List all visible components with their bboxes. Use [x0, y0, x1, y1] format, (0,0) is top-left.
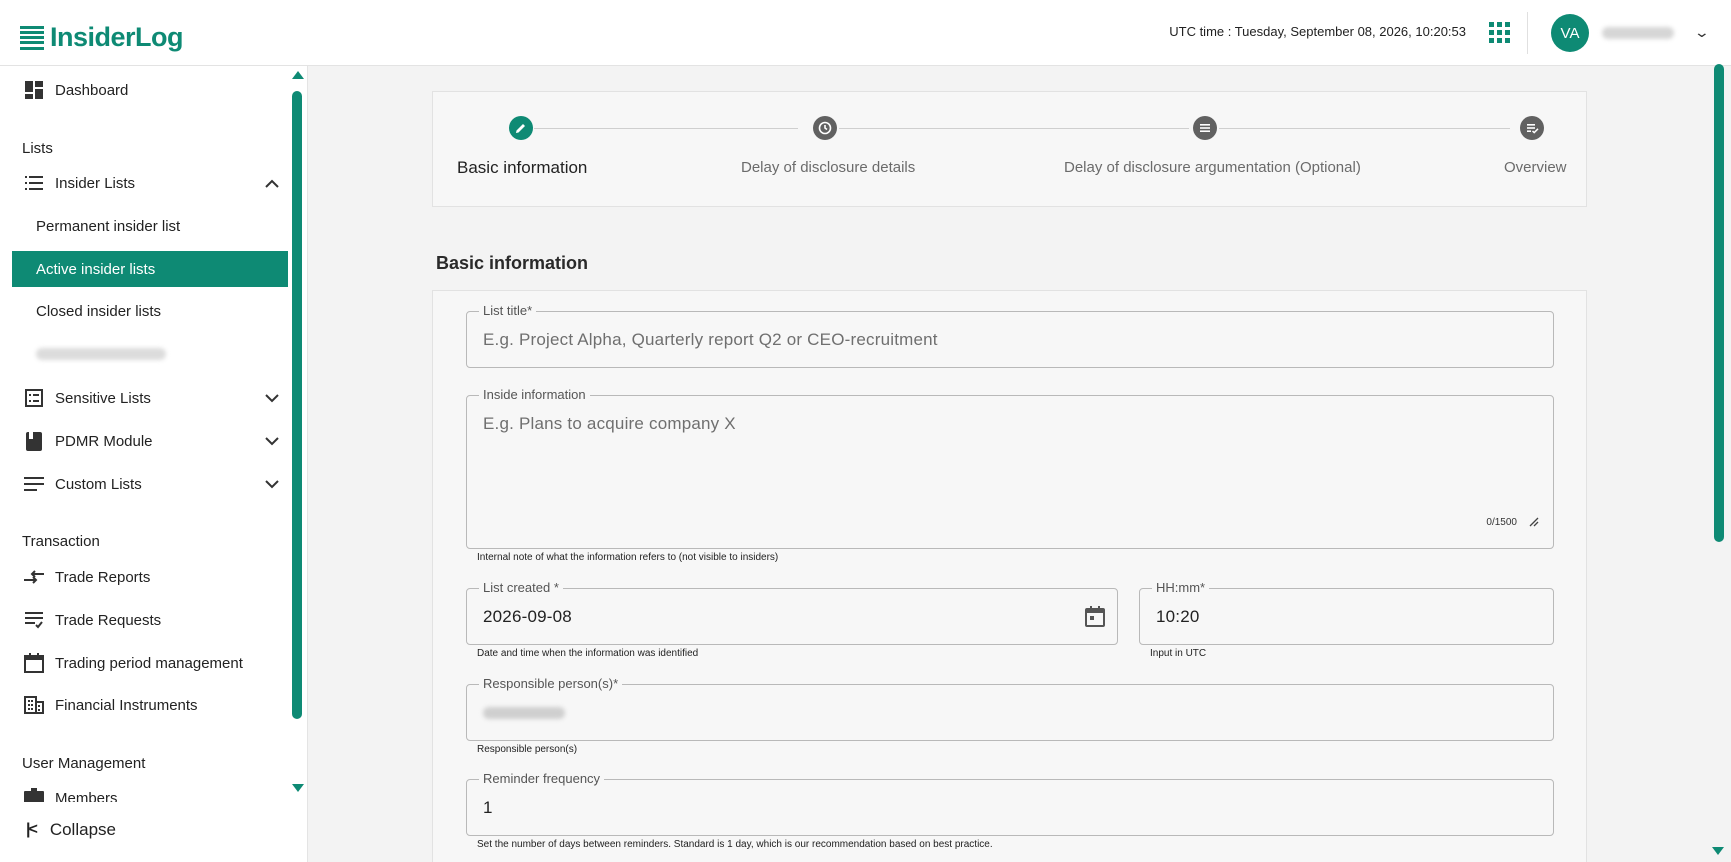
collapse-label: Collapse [49, 820, 116, 839]
step-3-list-icon[interactable] [1193, 116, 1217, 140]
sidebar-item-active-insider-lists[interactable]: Active insider lists [12, 251, 288, 287]
calendar-icon[interactable] [1085, 605, 1105, 632]
list-title-field[interactable]: List title* E.g. Project Alpha, Quarterl… [466, 303, 1554, 368]
table-list-icon [24, 388, 44, 408]
app-grid-icon[interactable] [1483, 14, 1515, 50]
id-card-icon [24, 786, 44, 802]
sidebar-item-label: Custom Lists [55, 475, 142, 493]
book-icon [24, 431, 44, 451]
list-created-hint: Date and time when the information was i… [477, 648, 699, 659]
field-value: 1 [483, 798, 493, 817]
sidebar-scrollbar[interactable] [292, 91, 302, 719]
main-scroll-down-icon[interactable] [1712, 847, 1724, 855]
dashboard-icon [24, 80, 44, 100]
calendar-icon [24, 653, 44, 673]
step-4-label[interactable]: Overview [1504, 159, 1567, 176]
field-placeholder: E.g. Project Alpha, Quarterly report Q2 … [483, 330, 938, 349]
field-label: Responsible person(s)* [479, 676, 623, 691]
sidebar-item-permanent-insider-list[interactable]: Permanent insider list [12, 208, 288, 244]
chevron-down-icon[interactable] [262, 431, 282, 451]
avatar[interactable]: VA [1551, 14, 1589, 52]
step-1-pencil-icon[interactable] [509, 116, 533, 140]
resize-handle-icon[interactable] [1529, 514, 1539, 532]
stepper [432, 91, 1587, 207]
sidebar-item-label: Financial Instruments [55, 696, 198, 714]
responsible-persons-field[interactable]: Responsible person(s)* [466, 676, 1554, 741]
list-icon [24, 173, 44, 193]
sidebar-item-label: Sensitive Lists [55, 389, 151, 407]
step-connector [839, 128, 1189, 129]
step-2-label[interactable]: Delay of disclosure details [741, 159, 915, 176]
header-divider [1527, 12, 1528, 54]
field-label: HH:mm* [1152, 580, 1210, 595]
reminder-frequency-field[interactable]: Reminder frequency 1 [466, 771, 1554, 836]
top-bar: InsiderLog UTC time : Tuesday, September… [0, 0, 1731, 66]
collapse-button[interactable]: |< Collapse [26, 820, 116, 840]
field-label: List created * [479, 580, 563, 595]
user-name-redacted[interactable] [1602, 27, 1674, 39]
sidebar-item-financial-instruments[interactable]: Financial Instruments [12, 687, 288, 723]
building-icon [24, 695, 44, 715]
sidebar-scroll-up-icon[interactable] [292, 71, 304, 79]
sidebar-item-label: Trade Reports [55, 568, 151, 586]
field-value: 2026-09-08 [483, 607, 572, 626]
field-label: Reminder frequency [479, 771, 605, 786]
sidebar-item-custom-lists[interactable]: Custom Lists [12, 466, 288, 502]
time-hint: Input in UTC [1150, 648, 1207, 659]
chevron-down-icon[interactable] [262, 474, 282, 494]
sidebar-item-insider-lists[interactable]: Insider Lists [12, 165, 288, 201]
sidebar-item-members[interactable]: Members [12, 780, 288, 802]
app-logo[interactable]: InsiderLog [20, 22, 184, 53]
sidebar-item-dashboard[interactable]: Dashboard [12, 72, 288, 108]
sidebar-item-sensitive-lists[interactable]: Sensitive Lists [12, 380, 288, 416]
lines-icon [24, 474, 44, 494]
section-label-lists: Lists [22, 140, 53, 157]
inside-information-field[interactable]: Inside information E.g. Plans to acquire… [466, 387, 1554, 549]
sidebar-item-label: Trading period management [55, 654, 243, 672]
list-created-date-field[interactable]: List created * 2026-09-08 [466, 580, 1118, 645]
section-title: Basic information [436, 253, 589, 273]
sidebar-scroll-down-icon[interactable] [292, 784, 304, 792]
main-scrollbar[interactable] [1714, 64, 1724, 542]
inside-information-hint: Internal note of what the information re… [477, 552, 779, 563]
sidebar-item-trade-reports[interactable]: Trade Reports [12, 559, 288, 595]
field-label: List title* [479, 303, 537, 318]
collapse-icon: |< [26, 821, 38, 838]
sidebar-item-trade-requests[interactable]: Trade Requests [12, 602, 288, 638]
responsible-person-redacted [483, 707, 565, 719]
sidebar-item-label: Members [55, 790, 118, 802]
section-label-user-management: User Management [22, 755, 146, 772]
chevron-up-icon[interactable] [262, 173, 282, 193]
logo-mark-icon [20, 25, 44, 50]
field-label: Inside information [479, 387, 590, 402]
section-label-transaction: Transaction [22, 533, 100, 550]
swap-arrows-icon [24, 567, 44, 587]
chevron-down-icon[interactable]: ⌄ [1694, 24, 1710, 41]
sidebar-item-label: Insider Lists [55, 174, 136, 192]
step-3-label[interactable]: Delay of disclosure argumentation (Optio… [1064, 159, 1361, 176]
checklist-icon [24, 610, 44, 630]
sidebar-item-redacted[interactable] [12, 336, 288, 372]
sidebar-item-closed-insider-lists[interactable]: Closed insider lists [12, 293, 288, 329]
reminder-frequency-hint: Set the number of days between reminders… [477, 839, 993, 850]
sidebar-item-pdmr-module[interactable]: PDMR Module [12, 423, 288, 459]
step-connector [534, 128, 798, 129]
step-4-checklist-icon[interactable] [1520, 116, 1544, 140]
sidebar-item-trading-period-management[interactable]: Trading period management [12, 645, 288, 681]
field-placeholder: E.g. Plans to acquire company X [483, 414, 736, 433]
logo-text: InsiderLog [50, 22, 184, 52]
sidebar-item-label: PDMR Module [55, 432, 153, 450]
time-field[interactable]: HH:mm* 10:20 [1139, 580, 1554, 645]
sidebar-item-label: Trade Requests [55, 611, 162, 629]
step-connector [1219, 128, 1510, 129]
step-1-label[interactable]: Basic information [457, 158, 587, 178]
field-value: 10:20 [1156, 607, 1200, 626]
utc-time: UTC time : Tuesday, September 08, 2026, … [1169, 24, 1466, 39]
chevron-down-icon[interactable] [262, 388, 282, 408]
form-card [432, 290, 1587, 862]
responsible-persons-hint: Responsible person(s) [477, 744, 578, 755]
character-counter: 0/1500 [1486, 517, 1517, 528]
sidebar-item-label: Dashboard [55, 81, 129, 99]
step-2-clock-icon[interactable] [813, 116, 837, 140]
